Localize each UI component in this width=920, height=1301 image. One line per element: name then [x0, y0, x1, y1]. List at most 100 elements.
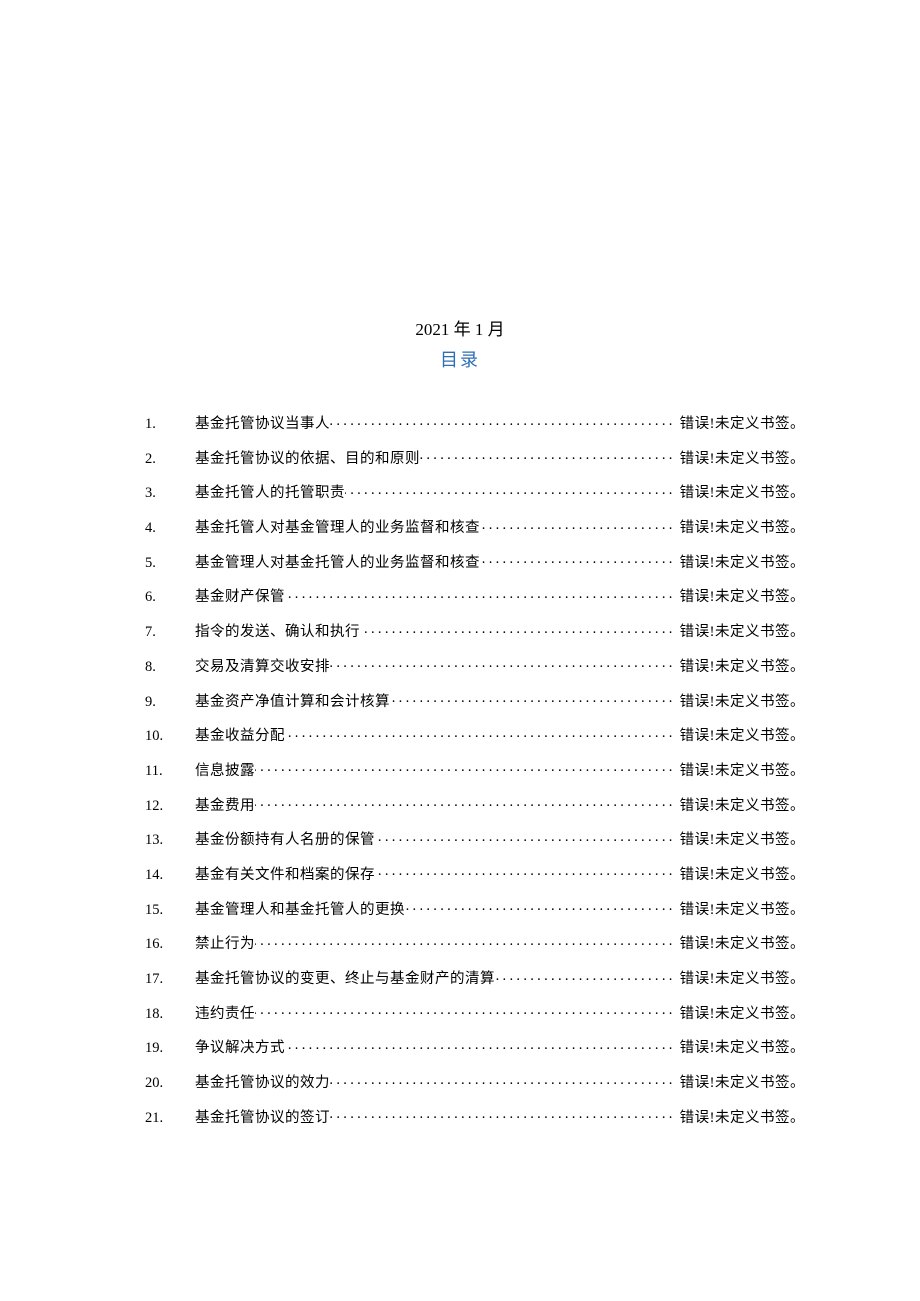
toc-item-page: 错误!未定义书签。	[676, 486, 805, 501]
toc-leader-dots	[330, 1108, 676, 1122]
toc-item-page: 错误!未定义书签。	[676, 556, 805, 571]
toc-leader-dots	[330, 414, 676, 428]
toc-item: 21.基金托管协议的签订 错误!未定义书签。	[145, 1108, 805, 1126]
toc-item-title: 基金管理人和基金托管人的更换	[195, 903, 405, 918]
toc-item-page: 错误!未定义书签。	[676, 1041, 805, 1056]
toc-item: 8.交易及清算交收安排 错误!未定义书签。	[145, 657, 805, 675]
toc-item-number: 14.	[145, 868, 195, 883]
toc-item: 5.基金管理人对基金托管人的业务监督和核查错误!未定义书签。	[145, 553, 805, 571]
toc-item-number: 2.	[145, 452, 195, 467]
toc-item: 20.基金托管协议的效力错误!未定义书签。	[145, 1073, 805, 1091]
toc-item: 11.信息披露 错误!未定义书签。	[145, 761, 805, 779]
toc-item-number: 20.	[145, 1076, 195, 1091]
toc-item-title: 基金托管人的托管职责	[195, 486, 345, 501]
toc-leader-dots	[255, 761, 676, 775]
toc-item-page: 错误!未定义书签。	[676, 660, 805, 675]
toc-leader-dots	[285, 587, 676, 601]
toc-item: 18.违约责任 错误!未定义书签。	[145, 1004, 805, 1022]
toc-item-page: 错误!未定义书签。	[676, 764, 805, 779]
toc-leader-dots	[480, 553, 676, 567]
toc-item: 16.禁止行为 错误!未定义书签。	[145, 934, 805, 952]
toc-item: 6.基金财产保管 错误!未定义书签。	[145, 587, 805, 605]
toc-item-title: 基金份额持有人名册的保管	[195, 833, 375, 848]
toc-item-title: 基金托管协议的签订	[195, 1111, 330, 1126]
toc-item-number: 21.	[145, 1111, 195, 1126]
toc-item: 4.基金托管人对基金管理人的业务监督和核查 错误!未定义书签。	[145, 518, 805, 536]
toc-leader-dots	[375, 830, 676, 844]
toc-item-number: 12.	[145, 799, 195, 814]
toc-item-title: 违约责任	[195, 1007, 255, 1022]
toc-item-title: 基金有关文件和档案的保存	[195, 868, 375, 883]
toc-item: 2.基金托管协议的依据、目的和原则 错误!未定义书签。	[145, 449, 805, 467]
toc-leader-dots	[420, 449, 676, 463]
toc-item: 19.争议解决方式 错误!未定义书签。	[145, 1038, 805, 1056]
toc-item-page: 错误!未定义书签。	[676, 729, 805, 744]
toc-item: 14.基金有关文件和档案的保存 错误!未定义书签。	[145, 865, 805, 883]
toc-item-title: 争议解决方式	[195, 1041, 285, 1056]
toc-item-title: 指令的发送、确认和执行	[195, 625, 360, 640]
toc-item-page: 错误!未定义书签。	[676, 417, 805, 432]
toc-item-page: 错误!未定义书签。	[676, 972, 805, 987]
toc-item-number: 3.	[145, 486, 195, 501]
toc-item-number: 6.	[145, 590, 195, 605]
toc-leader-dots	[285, 1038, 676, 1052]
toc-item-page: 错误!未定义书签。	[676, 695, 805, 710]
toc-item-page: 错误!未定义书签。	[676, 625, 805, 640]
toc-item-number: 18.	[145, 1007, 195, 1022]
toc-item-number: 1.	[145, 417, 195, 432]
toc-item: 10.基金收益分配 错误!未定义书签。	[145, 726, 805, 744]
toc-item-title: 基金托管协议当事人	[195, 417, 330, 432]
toc-item-page: 错误!未定义书签。	[676, 937, 805, 952]
toc-leader-dots	[255, 934, 676, 948]
toc-item-number: 17.	[145, 972, 195, 987]
toc-item-title: 基金费用	[195, 799, 255, 814]
document-page: 2021 年 1 月 目录 1.基金托管协议当事人错误!未定义书签。2.基金托管…	[0, 0, 920, 1125]
toc-item-title: 基金资产净值计算和会计核算	[195, 695, 390, 710]
toc-item-page: 错误!未定义书签。	[676, 1076, 805, 1091]
toc-leader-dots	[405, 900, 676, 914]
toc-item-page: 错误!未定义书签。	[676, 1111, 805, 1126]
toc-item: 17.基金托管协议的变更、终止与基金财产的清算错误!未定义书签。	[145, 969, 805, 987]
toc-item-title: 基金收益分配	[195, 729, 285, 744]
toc-item-page: 错误!未定义书签。	[676, 903, 805, 918]
toc-leader-dots	[255, 796, 676, 810]
toc-leader-dots	[255, 1004, 676, 1018]
toc-item-number: 8.	[145, 660, 195, 675]
toc-leader-dots	[375, 865, 676, 879]
toc-item-title: 基金托管协议的依据、目的和原则	[195, 452, 420, 467]
toc-item-number: 13.	[145, 833, 195, 848]
toc-item-number: 11.	[145, 764, 195, 779]
toc-item-title: 禁止行为	[195, 937, 255, 952]
toc-item-page: 错误!未定义书签。	[676, 833, 805, 848]
toc-item-page: 错误!未定义书签。	[676, 521, 805, 536]
toc-leader-dots	[330, 1073, 676, 1087]
toc-item: 12.基金费用 错误!未定义书签。	[145, 796, 805, 814]
toc-item: 9.基金资产净值计算和会计核算错误!未定义书签。	[145, 692, 805, 710]
toc-item-title: 信息披露	[195, 764, 255, 779]
toc-leader-dots	[330, 657, 676, 671]
toc-item-title: 交易及清算交收安排	[195, 660, 330, 675]
toc-item-number: 15.	[145, 903, 195, 918]
toc-item-number: 4.	[145, 521, 195, 536]
toc-heading: 目录	[115, 346, 805, 372]
toc-item-number: 7.	[145, 625, 195, 640]
toc-item-page: 错误!未定义书签。	[676, 452, 805, 467]
toc-item: 3.基金托管人的托管职责 错误!未定义书签。	[145, 483, 805, 501]
toc-item-number: 16.	[145, 937, 195, 952]
toc-item: 15.基金管理人和基金托管人的更换 错误!未定义书签。	[145, 900, 805, 918]
toc-item-page: 错误!未定义书签。	[676, 590, 805, 605]
document-date: 2021 年 1 月	[115, 315, 805, 340]
toc-item-title: 基金财产保管	[195, 590, 285, 605]
toc-leader-dots	[480, 518, 676, 532]
toc-item-title: 基金托管人对基金管理人的业务监督和核查	[195, 521, 480, 536]
toc-item-page: 错误!未定义书签。	[676, 1007, 805, 1022]
toc-leader-dots	[345, 483, 676, 497]
toc-item-number: 19.	[145, 1041, 195, 1056]
toc-leader-dots	[360, 622, 676, 636]
toc-item: 7.指令的发送、确认和执行 错误!未定义书签。	[145, 622, 805, 640]
toc-item-page: 错误!未定义书签。	[676, 799, 805, 814]
toc-leader-dots	[285, 726, 676, 740]
toc-item-number: 10.	[145, 729, 195, 744]
toc-item-title: 基金管理人对基金托管人的业务监督和核查	[195, 556, 480, 571]
toc-item-page: 错误!未定义书签。	[676, 868, 805, 883]
